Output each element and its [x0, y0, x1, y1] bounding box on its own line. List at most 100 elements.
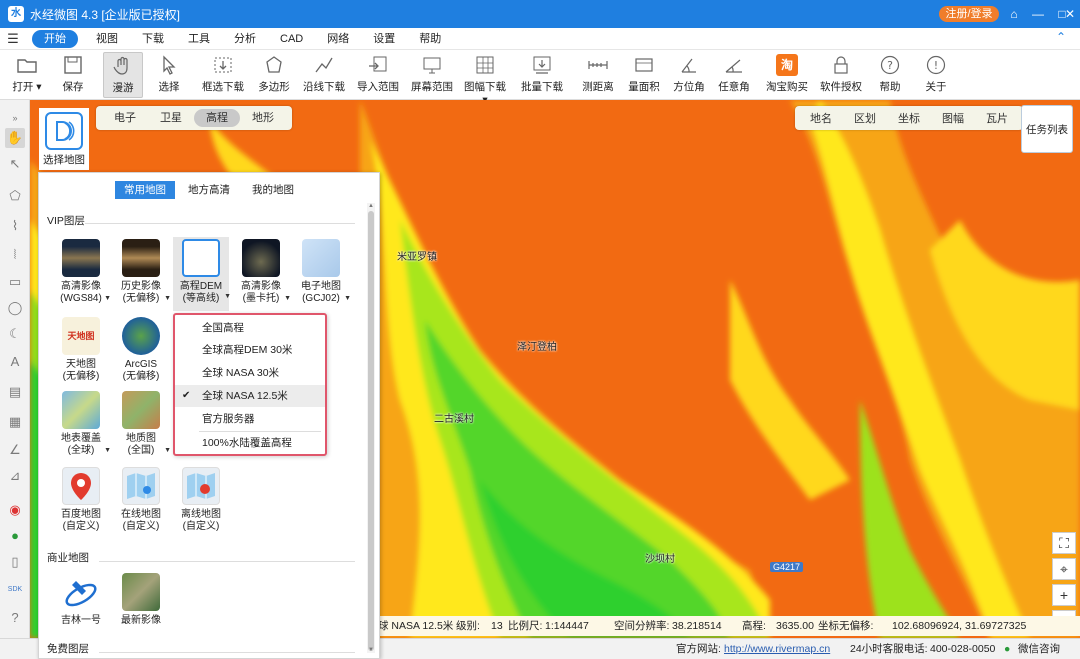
website-link[interactable]: http://www.rivermap.cn: [724, 639, 830, 659]
polyline-icon[interactable]: ⌇: [5, 216, 25, 236]
tool-screen-range-button[interactable]: 屏幕范围: [409, 52, 455, 98]
tool-sheet-download-button[interactable]: 图幅下载 ▾: [462, 52, 508, 106]
dropdown-arrow-icon[interactable]: ▼: [164, 293, 171, 305]
circle-icon[interactable]: ◯: [5, 298, 25, 318]
skin-icon[interactable]: ⌂: [1004, 4, 1024, 24]
layer-tile[interactable]: 高清影像 (WGS84) ▼: [53, 239, 111, 305]
ruler-icon[interactable]: ▤: [5, 382, 25, 402]
menu-settings[interactable]: 设置: [361, 30, 407, 48]
tool-azimuth-button[interactable]: 方位角: [669, 52, 709, 98]
layer-tile[interactable]: 最新影像: [113, 573, 169, 627]
dropdown-item[interactable]: 全球 NASA 30米: [175, 362, 325, 384]
close-button[interactable]: ✕: [1062, 4, 1078, 24]
scrollbar-thumb[interactable]: [368, 211, 374, 651]
tab-local-hd[interactable]: 地方高清: [179, 181, 239, 199]
layer-tile[interactable]: 离线地图 (自定义): [173, 467, 229, 533]
dropdown-item[interactable]: 100%水陆覆盖高程: [175, 432, 325, 454]
tool-save-button[interactable]: 保存: [55, 52, 91, 98]
chart-line-icon[interactable]: ⦚: [5, 245, 25, 265]
tool-angle-button[interactable]: 任意角: [714, 52, 754, 98]
scroll-down-icon[interactable]: ▼: [367, 647, 375, 653]
dropdown-arrow-icon[interactable]: ▼: [104, 293, 111, 305]
dropdown-item[interactable]: 全球高程DEM 30米: [175, 339, 325, 361]
minimize-button[interactable]: —: [1028, 4, 1048, 24]
layer-tile[interactable]: 地表覆盖 (全球) ▼: [53, 391, 111, 457]
tool-polygon-button[interactable]: 多边形: [254, 52, 294, 98]
tool-license-button[interactable]: 软件授权: [818, 52, 864, 98]
zoom-in-button[interactable]: +: [1052, 584, 1076, 606]
hamburger-menu-icon[interactable]: ☰: [0, 31, 26, 47]
map-type-electronic[interactable]: 电子: [102, 109, 148, 127]
menu-view[interactable]: 视图: [84, 30, 130, 48]
map-type-terrain[interactable]: 地形: [240, 109, 286, 127]
crescent-icon[interactable]: ☾: [5, 324, 25, 344]
menu-help[interactable]: 帮助: [407, 30, 453, 48]
layer-panel-scrollbar[interactable]: ▲ ▼: [367, 203, 375, 653]
layer-tile[interactable]: ArcGIS (无偏移): [113, 317, 169, 383]
sidebar-expand-icon[interactable]: »: [5, 108, 25, 128]
layer-tile[interactable]: 历史影像 (无偏移) ▼: [113, 239, 171, 305]
map-type-satellite[interactable]: 卫星: [148, 109, 194, 127]
dropdown-arrow-icon[interactable]: ▼: [164, 445, 171, 457]
tab-common-maps[interactable]: 常用地图: [115, 181, 175, 199]
task-list-button[interactable]: 任务列表: [1021, 105, 1073, 153]
area-icon[interactable]: ▦: [5, 412, 25, 432]
tool-about-button[interactable]: ! 关于: [920, 52, 952, 98]
menu-analysis[interactable]: 分析: [222, 30, 268, 48]
choose-map-button[interactable]: 选择地图: [39, 108, 89, 170]
layer-tile[interactable]: 百度地图 (自定义): [53, 467, 109, 533]
dropdown-item[interactable]: 全国高程: [175, 317, 325, 339]
tool-help-button[interactable]: ? 帮助: [874, 52, 906, 98]
phone-icon[interactable]: ▯: [5, 552, 25, 572]
angle-icon[interactable]: ⊿: [5, 466, 25, 486]
menu-cad[interactable]: CAD: [268, 30, 315, 48]
cursor-icon[interactable]: ↖: [5, 154, 25, 174]
dropdown-item[interactable]: 官方服务器: [175, 408, 325, 430]
dropdown-arrow-icon[interactable]: ▼: [284, 293, 291, 305]
dropdown-arrow-icon[interactable]: ▼: [104, 445, 111, 457]
tool-line-download-button[interactable]: 沿线下载: [301, 52, 347, 98]
polygon-icon[interactable]: ⬠: [5, 186, 25, 206]
tool-import-range-button[interactable]: 导入范围: [355, 52, 401, 98]
dropdown-arrow-icon[interactable]: ▼: [344, 293, 351, 305]
scroll-up-icon[interactable]: ▲: [367, 203, 375, 209]
tool-taobao-button[interactable]: 淘 淘宝购买: [766, 52, 808, 98]
dropdown-item-checked[interactable]: ✔ 全球 NASA 12.5米: [175, 385, 325, 407]
layer-tile[interactable]: 天地图 天地图 (无偏移): [53, 317, 109, 383]
locate-icon[interactable]: ⌖: [1052, 558, 1076, 580]
overlay-sheets[interactable]: 图幅: [931, 110, 975, 126]
menu-download[interactable]: 下载: [130, 30, 176, 48]
help-icon[interactable]: ?: [5, 608, 25, 628]
layer-tile[interactable]: 吉林一号: [53, 573, 109, 627]
dropdown-arrow-icon[interactable]: ▼: [224, 291, 231, 303]
overlay-place-names[interactable]: 地名: [799, 110, 843, 126]
tool-open-button[interactable]: 打开 ▾: [8, 52, 46, 98]
register-login-button[interactable]: 注册/登录: [939, 6, 999, 22]
layer-tile-dem-selected[interactable]: 高程DEM (等高线) ▼: [173, 237, 231, 311]
layer-tile[interactable]: 在线地图 (自定义): [113, 467, 169, 533]
map-type-elevation[interactable]: 高程: [194, 109, 240, 127]
wechat-consult-link[interactable]: 微信咨询: [1018, 639, 1060, 659]
menu-network[interactable]: 网络: [315, 30, 361, 48]
sdk-icon[interactable]: SDK: [5, 580, 25, 600]
overlay-tiles[interactable]: 瓦片: [975, 110, 1019, 126]
tab-my-maps[interactable]: 我的地图: [243, 181, 303, 199]
azimuth-icon[interactable]: ∠: [5, 440, 25, 460]
tool-box-download-button[interactable]: 框选下载: [200, 52, 246, 98]
fullscreen-icon[interactable]: ⛶: [1052, 532, 1076, 554]
tool-pan-button[interactable]: 漫游: [103, 52, 143, 98]
tool-measure-distance-button[interactable]: 测距离: [578, 52, 618, 98]
rectangle-icon[interactable]: ▭: [5, 272, 25, 292]
tool-batch-download-button[interactable]: 批量下载: [519, 52, 565, 98]
layer-tile[interactable]: 高清影像 (墨卡托) ▼: [233, 239, 291, 305]
tool-select-button[interactable]: 选择: [151, 52, 187, 98]
menu-tools[interactable]: 工具: [176, 30, 222, 48]
collapse-ribbon-icon[interactable]: ⌃: [1056, 30, 1066, 44]
overlay-divisions[interactable]: 区划: [843, 110, 887, 126]
layer-tile[interactable]: 地质图 (全国) ▼: [113, 391, 171, 457]
tool-measure-area-button[interactable]: 量面积: [624, 52, 664, 98]
weibo-icon[interactable]: ◉: [5, 500, 25, 520]
menu-start[interactable]: 开始: [32, 29, 78, 48]
overlay-coordinates[interactable]: 坐标: [887, 110, 931, 126]
layer-tile[interactable]: 电子地图 (GCJ02) ▼: [293, 239, 351, 305]
